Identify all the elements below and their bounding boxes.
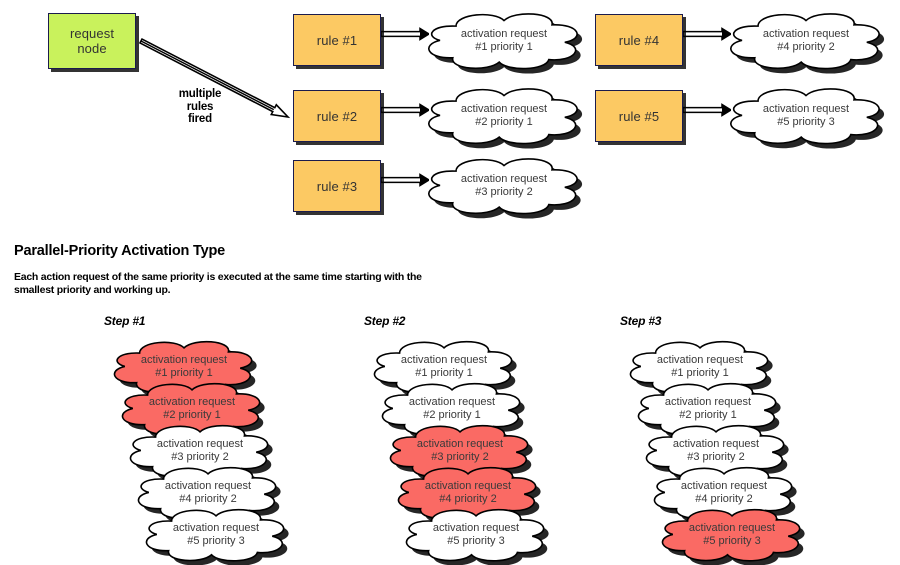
step-1-cloud-5[interactable]: activation request #5 priority 3 — [142, 506, 290, 565]
step-2-cloud-5[interactable]: activation request #5 priority 3 — [402, 506, 550, 565]
step-3-cloud-5[interactable]: activation request #5 priority 3 — [658, 506, 806, 565]
diagram-canvas: request node multiple rules fired activa… — [0, 0, 900, 565]
